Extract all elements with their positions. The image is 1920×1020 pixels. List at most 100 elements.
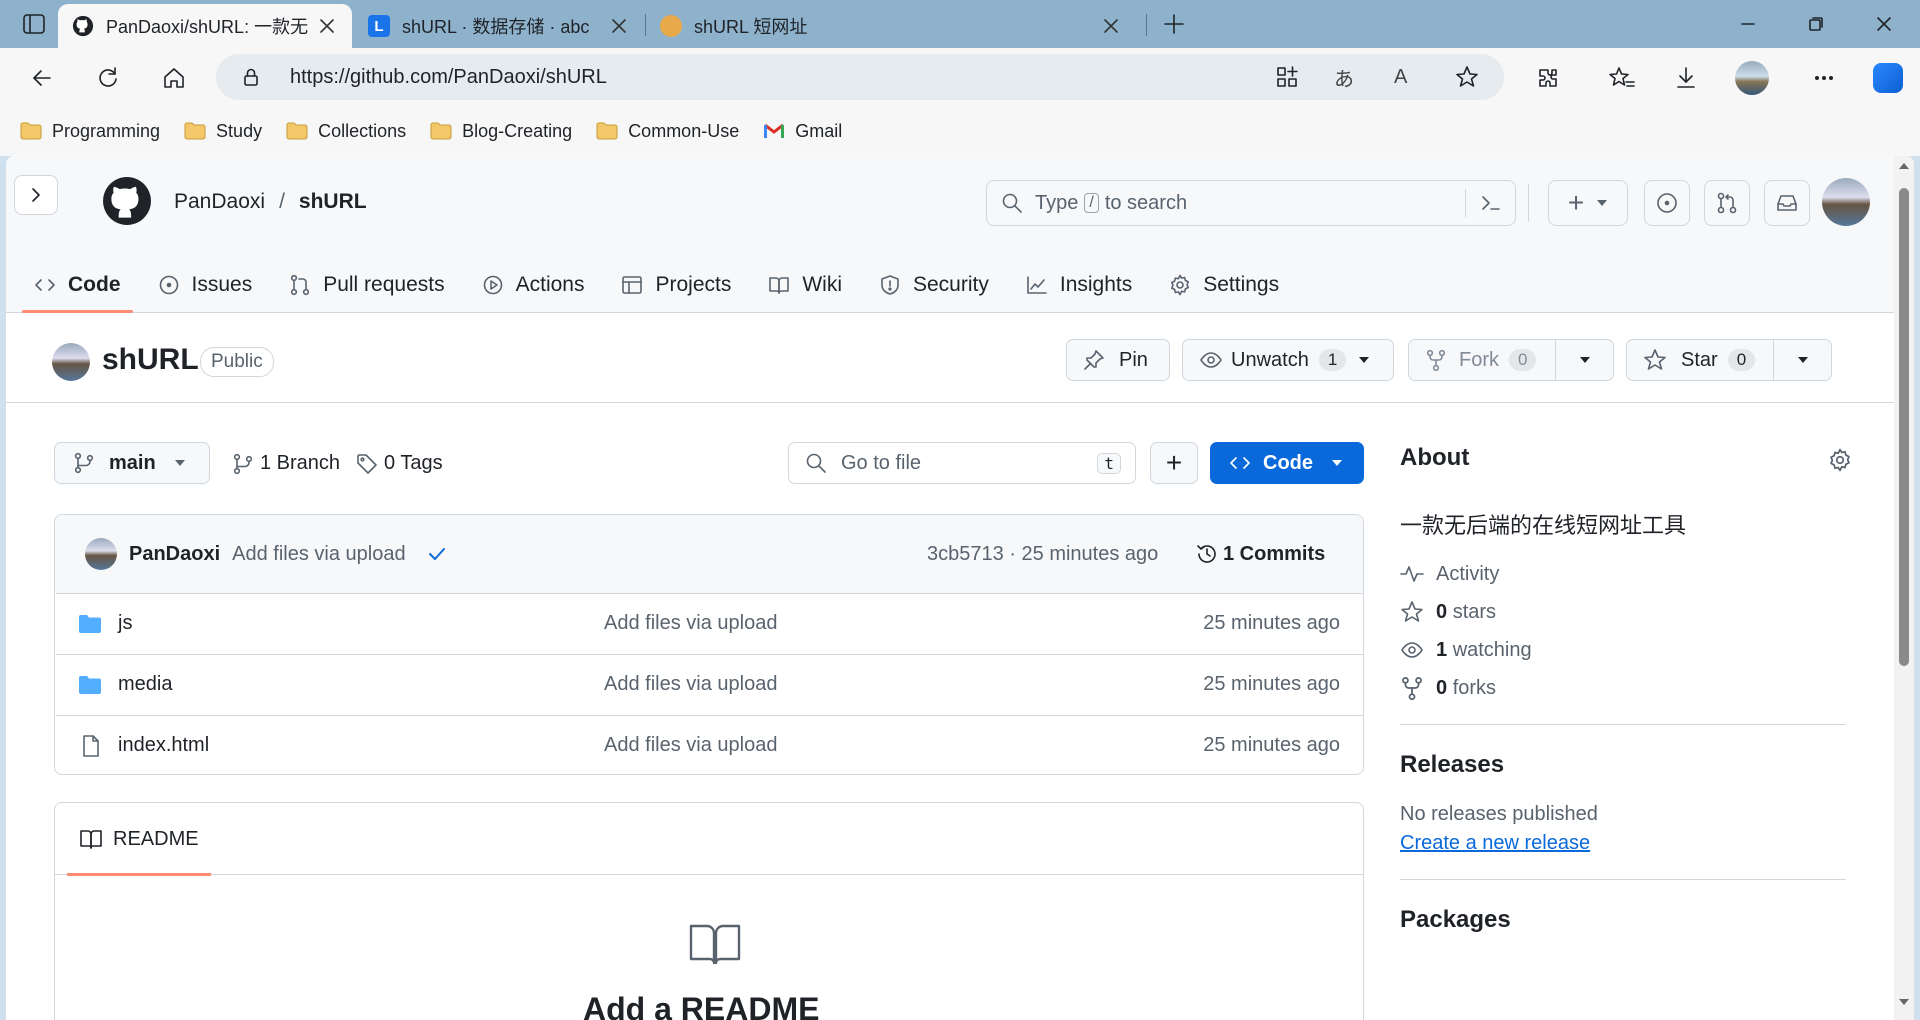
- bookmark-collections[interactable]: Collections: [286, 121, 406, 142]
- back-icon[interactable]: [24, 60, 60, 96]
- menu-button[interactable]: [14, 175, 58, 215]
- scroll-down-icon[interactable]: [1898, 998, 1910, 1006]
- add-file-button[interactable]: +: [1150, 442, 1198, 484]
- copilot-icon[interactable]: [1870, 60, 1906, 96]
- repo-link[interactable]: shURL: [299, 190, 367, 214]
- branch-select[interactable]: main: [54, 442, 210, 484]
- issues-button[interactable]: [1644, 180, 1690, 226]
- repo-title[interactable]: shURL: [102, 343, 199, 377]
- create-release-link[interactable]: Create a new release: [1400, 832, 1850, 855]
- pin-button[interactable]: Pin: [1066, 339, 1170, 381]
- forks-link[interactable]: 0 forks: [1400, 676, 1850, 700]
- tab-github[interactable]: PanDaoxi/shURL: 一款无后端的在: [58, 4, 352, 48]
- caret-down-icon: [174, 460, 185, 466]
- file-row[interactable]: media Add files via upload 25 minutes ag…: [56, 654, 1363, 714]
- owner-link[interactable]: PanDaoxi: [174, 190, 265, 214]
- releases-title[interactable]: Releases: [1400, 751, 1850, 779]
- tab-code[interactable]: Code: [22, 256, 132, 313]
- file-name[interactable]: media: [118, 673, 172, 696]
- close-window-icon[interactable]: [1870, 10, 1898, 38]
- watching-link[interactable]: 1 watching: [1400, 638, 1850, 662]
- bookmark-gmail[interactable]: Gmail: [763, 121, 842, 142]
- check-icon[interactable]: [426, 543, 448, 565]
- gear-icon[interactable]: [1828, 448, 1852, 472]
- tab-wiki[interactable]: Wiki: [768, 256, 842, 313]
- commit-author[interactable]: PanDaoxi: [129, 543, 220, 566]
- inbox-button[interactable]: [1764, 180, 1810, 226]
- tab-settings[interactable]: Settings: [1169, 256, 1279, 313]
- more-icon[interactable]: [1806, 60, 1842, 96]
- restore-icon[interactable]: [1802, 10, 1830, 38]
- app-available-icon[interactable]: [1274, 64, 1300, 90]
- packages-title[interactable]: Packages: [1400, 906, 1850, 934]
- commits-link[interactable]: 1 Commits: [1223, 543, 1325, 566]
- branches-link[interactable]: 1 Branch: [232, 452, 340, 475]
- bookmark-programming[interactable]: Programming: [20, 121, 160, 142]
- sidebar-toggle-icon[interactable]: [20, 10, 48, 38]
- file-name[interactable]: index.html: [118, 734, 209, 757]
- pull-requests-button[interactable]: [1704, 180, 1750, 226]
- scrollbar[interactable]: [1894, 156, 1914, 1020]
- file-commit-message[interactable]: Add files via upload: [604, 734, 777, 757]
- downloads-icon[interactable]: [1668, 60, 1704, 96]
- tab-security[interactable]: Security: [879, 256, 989, 313]
- code-button[interactable]: Code: [1210, 442, 1364, 484]
- readme-tab[interactable]: README: [67, 803, 211, 876]
- search-input[interactable]: Type / to search: [986, 180, 1516, 226]
- create-new-button[interactable]: +: [1548, 180, 1628, 226]
- user-avatar[interactable]: [1822, 178, 1870, 226]
- caret-down-icon[interactable]: [1579, 356, 1591, 364]
- file-commit-message[interactable]: Add files via upload: [604, 612, 777, 635]
- tab-actions[interactable]: Actions: [482, 256, 584, 313]
- branch-icon: [233, 453, 253, 474]
- go-to-file-input[interactable]: Go to file t: [788, 442, 1136, 484]
- tab-label: Projects: [655, 272, 732, 296]
- tab-issues[interactable]: Issues: [158, 256, 252, 313]
- tab-projects[interactable]: Projects: [621, 256, 731, 313]
- star-button[interactable]: Star 0: [1626, 339, 1832, 381]
- activity-link[interactable]: Activity: [1400, 562, 1850, 586]
- unwatch-button[interactable]: Unwatch 1: [1182, 339, 1394, 381]
- file-time: 25 minutes ago: [1203, 734, 1340, 756]
- caret-down-icon[interactable]: [1797, 356, 1809, 364]
- tags-link[interactable]: 0 Tags: [356, 452, 443, 475]
- translate-icon[interactable]: あ: [1334, 63, 1354, 92]
- file-name[interactable]: js: [118, 612, 132, 635]
- favorites-icon[interactable]: [1604, 60, 1640, 96]
- close-tab-icon[interactable]: [608, 15, 630, 37]
- minimize-icon[interactable]: [1734, 10, 1762, 38]
- favorite-star-icon[interactable]: [1454, 64, 1480, 90]
- home-icon[interactable]: [156, 60, 192, 96]
- stars-link[interactable]: 0 stars: [1400, 600, 1850, 624]
- commit-message[interactable]: Add files via upload: [232, 543, 405, 566]
- new-tab-icon[interactable]: [1160, 10, 1188, 38]
- tab-insights[interactable]: Insights: [1026, 256, 1132, 313]
- tab-pull-requests[interactable]: Pull requests: [289, 256, 445, 313]
- fork-button[interactable]: Fork 0: [1408, 339, 1614, 381]
- address-bar[interactable]: https://github.com/PanDaoxi/shURL あ A: [216, 54, 1504, 100]
- scroll-up-icon[interactable]: [1898, 162, 1910, 170]
- scrollbar-thumb[interactable]: [1899, 188, 1909, 666]
- file-row[interactable]: js Add files via upload 25 minutes ago: [56, 593, 1363, 653]
- close-tab-icon[interactable]: [1100, 15, 1122, 37]
- bookmark-study[interactable]: Study: [184, 121, 262, 142]
- tab-shurl[interactable]: shURL 短网址: [646, 4, 1136, 48]
- refresh-icon[interactable]: [90, 60, 126, 96]
- bookmark-blog-creating[interactable]: Blog-Creating: [430, 121, 572, 142]
- book-icon: [689, 924, 741, 965]
- bookmark-common-use[interactable]: Common-Use: [596, 121, 739, 142]
- tab-storage[interactable]: L shURL · 数据存储 · abc: [354, 4, 644, 48]
- github-logo-icon[interactable]: [102, 176, 152, 226]
- file-row[interactable]: index.html Add files via upload 25 minut…: [56, 715, 1363, 774]
- profile-avatar[interactable]: [1734, 60, 1770, 96]
- commit-meta[interactable]: 3cb5713 · 25 minutes ago: [927, 543, 1158, 566]
- folder-icon: [184, 122, 206, 140]
- plus-icon: +: [1567, 187, 1585, 218]
- command-palette-icon[interactable]: [1479, 191, 1503, 215]
- table-icon: [622, 275, 643, 294]
- read-aloud-icon[interactable]: A: [1394, 66, 1407, 89]
- file-commit-message[interactable]: Add files via upload: [604, 673, 777, 696]
- close-tab-icon[interactable]: [316, 15, 338, 37]
- lock-icon[interactable]: [240, 66, 262, 88]
- extensions-icon[interactable]: [1530, 60, 1566, 96]
